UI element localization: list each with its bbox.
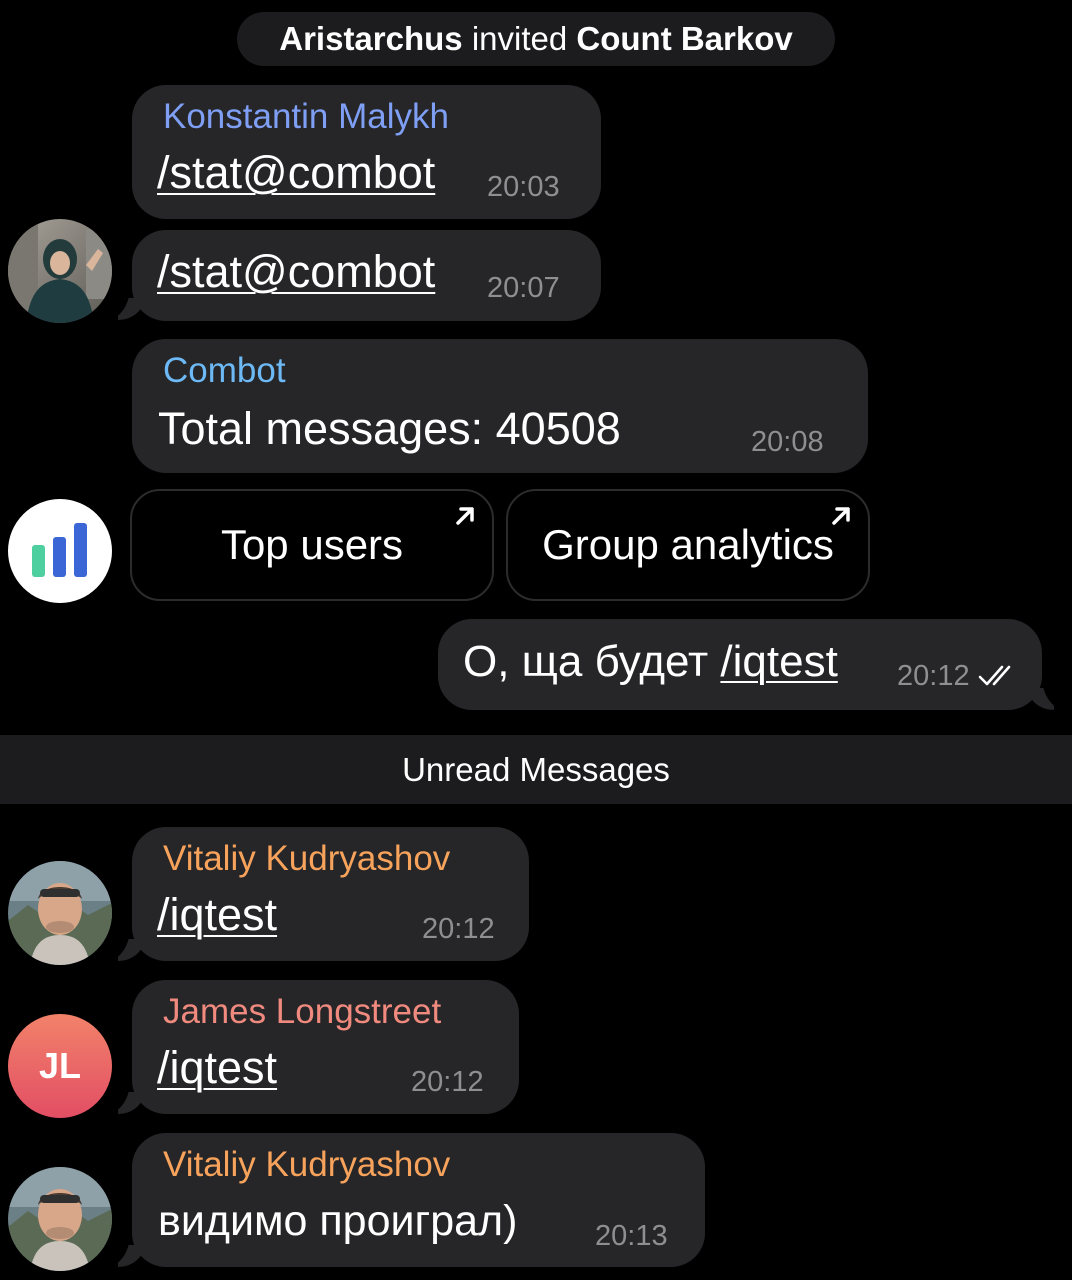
message-time: 20:07 [487,272,560,304]
message-bubble[interactable]: /stat@combot 20:07 [132,230,601,321]
double-check-icon [978,665,1011,686]
message-bubble[interactable]: James Longstreet /iqtest 20:12 [132,980,519,1114]
service-message: Aristarchus invited Count Barkov [237,12,835,66]
bot-avatar[interactable] [8,499,112,603]
message-text: /iqtest [157,889,277,941]
message-time: 20:13 [595,1220,668,1252]
inline-button-top-users[interactable]: Top users [130,489,494,601]
message-text: /iqtest [157,1042,277,1094]
user-photo-icon [8,1167,112,1271]
bar-chart-icon [32,523,87,577]
chat-screen: Aristarchus invited Count Barkov Konstan… [0,0,1072,1280]
service-action: invited [471,20,568,57]
message-bubble[interactable]: Vitaliy Kudryashov видимо проиграл) 20:1… [132,1133,705,1267]
inline-button-group-analytics[interactable]: Group analytics [506,489,870,601]
bot-command-link[interactable]: /iqtest [157,1042,277,1093]
message-bubble[interactable]: Vitaliy Kudryashov /iqtest 20:12 [132,827,529,961]
user-avatar[interactable] [8,219,112,323]
sender-name[interactable]: James Longstreet [163,992,441,1032]
sender-name[interactable]: Vitaliy Kudryashov [163,839,450,879]
user-photo-icon [8,219,112,323]
external-link-arrow-icon [456,507,474,525]
sender-name[interactable]: Konstantin Malykh [163,97,449,137]
message-time: 20:12 [411,1066,484,1098]
user-avatar[interactable] [8,1167,112,1271]
message-time: 20:12 [422,913,495,945]
unread-messages-divider: Unread Messages [0,735,1072,804]
message-bubble[interactable]: Combot Total messages: 40508 20:08 [132,339,868,473]
message-text: /stat@combot [157,147,435,199]
service-actor[interactable]: Aristarchus [279,20,462,58]
bot-command-link[interactable]: /iqtest [157,889,277,940]
message-bubble[interactable]: Konstantin Malykh /stat@combot 20:03 [132,85,601,219]
sender-name[interactable]: Combot [163,351,286,391]
message-text-prefix: О, ща будет [463,637,721,686]
inline-button-label: Group analytics [542,521,834,568]
message-time: 20:03 [487,171,560,203]
sender-name[interactable]: Vitaliy Kudryashov [163,1145,450,1185]
message-text: О, ща будет /iqtest [463,637,838,687]
service-target[interactable]: Count Barkov [576,20,792,58]
avatar-initials: JL [38,1045,81,1086]
outgoing-message-bubble[interactable]: О, ща будет /iqtest 20:12 [438,619,1042,710]
user-avatar[interactable] [8,861,112,965]
message-text: Total messages: 40508 [158,403,621,454]
message-text: /stat@combot [157,246,435,298]
bot-command-link[interactable]: /stat@combot [157,147,435,198]
user-photo-icon [8,861,112,965]
bot-command-link[interactable]: /stat@combot [157,246,435,297]
message-text: видимо проиграл) [158,1197,518,1245]
message-time: 20:12 [897,660,970,692]
inline-button-label: Top users [220,521,404,568]
bot-command-link[interactable]: /iqtest [720,637,837,686]
external-link-arrow-icon [832,507,850,525]
user-avatar-initials[interactable]: JL [8,1014,112,1118]
message-time: 20:08 [751,426,824,458]
